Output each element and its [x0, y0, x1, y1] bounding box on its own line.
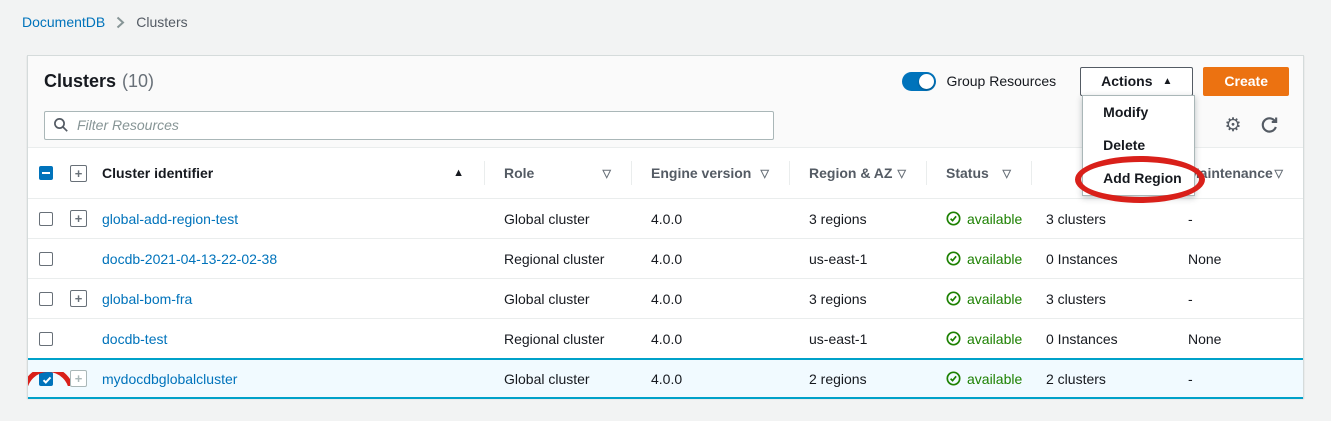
maintenance-cell: - — [1168, 291, 1303, 307]
toolbar-controls: Group Resources Actions ▲ Modify Delete … — [902, 67, 1289, 96]
search-icon — [53, 117, 69, 133]
expand-all-cell: + — [70, 148, 102, 198]
cluster-link[interactable]: docdb-test — [102, 331, 167, 347]
expand-row-icon[interactable]: + — [70, 290, 87, 307]
resource-count: (10) — [122, 71, 154, 92]
column-header-region-az[interactable]: Region & AZ ▽ — [789, 148, 926, 198]
actions-menu-container: Actions ▲ Modify Delete Add Region — [1080, 67, 1193, 96]
actions-button[interactable]: Actions ▲ — [1080, 67, 1193, 96]
status-available-icon — [946, 251, 961, 266]
maintenance-cell: None — [1168, 331, 1303, 347]
clusters-panel: Clusters (10) Group Resources Actions ▲ … — [27, 55, 1304, 398]
size-cell: 0 Instances — [1031, 331, 1168, 347]
cluster-link[interactable]: global-add-region-test — [102, 211, 238, 227]
table-row-selected[interactable]: + mydocdbglobalcluster Global cluster 4.… — [28, 358, 1303, 399]
sortable-icon: ▽ — [603, 167, 611, 180]
create-button[interactable]: Create — [1203, 67, 1289, 96]
engine-cell: 4.0.0 — [631, 251, 789, 267]
table-row[interactable]: docdb-test Regional cluster 4.0.0 us-eas… — [28, 318, 1303, 358]
status-cell: available — [926, 211, 1031, 227]
expand-row-icon[interactable]: + — [70, 370, 87, 387]
breadcrumb-chevron-icon — [116, 16, 125, 29]
cluster-link[interactable]: global-bom-fra — [102, 291, 192, 307]
breadcrumb-clusters-current: Clusters — [136, 14, 187, 30]
size-cell: 3 clusters — [1031, 291, 1168, 307]
expand-all-icon[interactable]: + — [70, 165, 87, 182]
engine-cell: 4.0.0 — [631, 211, 789, 227]
status-available-icon — [946, 331, 961, 346]
row-checkbox-checked[interactable] — [39, 372, 53, 386]
documentdb-clusters-page: DocumentDB Clusters Clusters (10) Group … — [0, 0, 1331, 421]
settings-gear-icon[interactable]: ⚙ — [1215, 116, 1251, 135]
role-cell: Global cluster — [484, 371, 631, 387]
engine-cell: 4.0.0 — [631, 291, 789, 307]
role-cell: Regional cluster — [484, 251, 631, 267]
size-cell: 0 Instances — [1031, 251, 1168, 267]
sortable-icon: ▽ — [1003, 167, 1011, 180]
table-body: + global-add-region-test Global cluster … — [28, 198, 1303, 399]
role-cell: Global cluster — [484, 291, 631, 307]
maintenance-cell: None — [1168, 251, 1303, 267]
table-row[interactable]: docdb-2021-04-13-22-02-38 Regional clust… — [28, 238, 1303, 278]
select-all-checkbox[interactable] — [39, 166, 53, 180]
actions-dropdown-menu: Modify Delete Add Region — [1082, 95, 1195, 196]
region-cell: 3 regions — [789, 291, 926, 307]
toggle-knob — [919, 74, 934, 89]
filter-input[interactable] — [77, 117, 765, 133]
actions-button-label: Actions — [1101, 73, 1152, 89]
row-checkbox[interactable] — [39, 212, 53, 226]
status-cell: available — [926, 251, 1031, 267]
engine-cell: 4.0.0 — [631, 331, 789, 347]
menu-item-modify[interactable]: Modify — [1083, 96, 1194, 129]
region-cell: us-east-1 — [789, 251, 926, 267]
status-cell: available — [926, 331, 1031, 347]
title-row: Clusters (10) Group Resources Actions ▲ … — [28, 56, 1303, 102]
group-resources-toggle[interactable] — [902, 72, 936, 91]
expand-row-icon[interactable]: + — [70, 210, 87, 227]
status-available-icon — [946, 371, 961, 386]
role-cell: Global cluster — [484, 211, 631, 227]
sortable-icon: ▽ — [898, 167, 906, 180]
cluster-link[interactable]: mydocdbglobalcluster — [102, 371, 237, 387]
page-title: Clusters — [44, 71, 116, 92]
column-header-role[interactable]: Role ▽ — [484, 148, 631, 198]
region-cell: 3 regions — [789, 211, 926, 227]
column-header-cluster-identifier[interactable]: Cluster identifier ▲ — [102, 148, 484, 198]
row-checkbox[interactable] — [39, 252, 53, 266]
sortable-icon: ▽ — [1275, 167, 1283, 180]
maintenance-cell: - — [1168, 211, 1303, 227]
size-cell: 3 clusters — [1031, 211, 1168, 227]
breadcrumb: DocumentDB Clusters — [0, 0, 1331, 30]
table-row[interactable]: + global-bom-fra Global cluster 4.0.0 3 … — [28, 278, 1303, 318]
size-cell: 2 clusters — [1031, 371, 1168, 387]
column-header-engine-version[interactable]: Engine version ▽ — [631, 148, 789, 198]
status-cell: available — [926, 291, 1031, 307]
table-tools: ⚙ — [1192, 111, 1287, 139]
table-row[interactable]: + global-add-region-test Global cluster … — [28, 198, 1303, 238]
column-header-status[interactable]: Status ▽ — [926, 148, 1031, 198]
engine-cell: 4.0.0 — [631, 371, 789, 387]
row-checkbox[interactable] — [39, 332, 53, 346]
sortable-icon: ▽ — [761, 167, 769, 180]
status-available-icon — [946, 211, 961, 226]
role-cell: Regional cluster — [484, 331, 631, 347]
region-cell: 2 regions — [789, 371, 926, 387]
select-all-cell — [28, 148, 70, 198]
status-cell: available — [926, 371, 1031, 387]
maintenance-cell: - — [1168, 371, 1303, 387]
menu-item-delete[interactable]: Delete — [1083, 129, 1194, 162]
breadcrumb-documentdb-link[interactable]: DocumentDB — [22, 14, 105, 30]
panel-header: Clusters (10) Group Resources Actions ▲ … — [28, 56, 1303, 148]
row-checkbox[interactable] — [39, 292, 53, 306]
filter-box — [44, 111, 774, 140]
group-resources-label: Group Resources — [946, 73, 1056, 89]
refresh-icon[interactable] — [1251, 116, 1287, 135]
caret-up-icon: ▲ — [1163, 76, 1173, 87]
region-cell: us-east-1 — [789, 331, 926, 347]
status-available-icon — [946, 291, 961, 306]
cluster-link[interactable]: docdb-2021-04-13-22-02-38 — [102, 251, 277, 267]
sort-ascending-icon: ▲ — [453, 167, 464, 179]
menu-item-add-region[interactable]: Add Region — [1083, 162, 1194, 195]
